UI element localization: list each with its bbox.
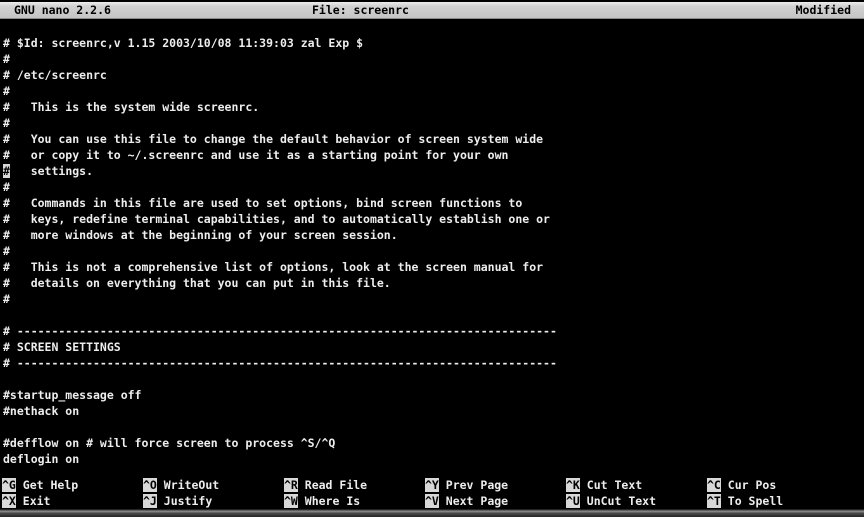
editor-line: [3, 371, 864, 387]
shortcut-key: ^V: [425, 494, 439, 508]
shortcut-key: ^W: [284, 494, 298, 508]
nano-version-label: GNU nano 2.2.6: [14, 2, 111, 18]
status-line: [0, 463, 864, 477]
editor-line: # $Id: screenrc,v 1.15 2003/10/08 11:39:…: [3, 35, 864, 51]
nano-titlebar: GNU nano 2.2.6 File: screenrc Modified: [0, 0, 864, 19]
shortcut-item: ^K Cut Text: [566, 477, 707, 493]
editor-line: # /etc/screenrc: [3, 67, 864, 83]
shortcut-item: ^O WriteOut: [143, 477, 284, 493]
editor-line: # settings.: [3, 163, 864, 179]
editor-line: #nethack on: [3, 403, 864, 419]
editor-line: # --------------------------------------…: [3, 323, 864, 339]
shortcut-key: ^K: [566, 478, 580, 492]
shortcut-key: ^T: [707, 494, 721, 508]
file-title: File: screenrc: [312, 2, 409, 18]
shortcut-item: ^Y Prev Page: [425, 477, 566, 493]
shortcut-item: ^R Read File: [284, 477, 425, 493]
editor-line: [3, 419, 864, 435]
shortcut-key: ^R: [284, 478, 298, 492]
shortcut-item: ^G Get Help: [2, 477, 143, 493]
editor-line: # You can use this file to change the de…: [3, 131, 864, 147]
editor-buffer[interactable]: # $Id: screenrc,v 1.15 2003/10/08 11:39:…: [0, 21, 864, 467]
editor-line: # or copy it to ~/.screenrc and use it a…: [3, 147, 864, 163]
shortcut-item: ^W Where Is: [284, 493, 425, 509]
editor-line: # keys, redefine terminal capabilities, …: [3, 211, 864, 227]
shortcut-item: ^T To Spell: [707, 493, 848, 509]
editor-line: #defflow on # will force screen to proce…: [3, 435, 864, 451]
terminal-window[interactable]: GNU nano 2.2.6 File: screenrc Modified #…: [0, 0, 864, 517]
editor-line: # SCREEN SETTINGS: [3, 339, 864, 355]
modified-indicator: Modified: [796, 2, 851, 18]
shortcut-item: ^C Cur Pos: [707, 477, 848, 493]
shortcut-bar: ^G Get Help^O WriteOut^R Read File^Y Pre…: [2, 477, 862, 509]
shortcut-key: ^G: [2, 478, 16, 492]
editor-line: # This is not a comprehensive list of op…: [3, 259, 864, 275]
shortcut-key: ^X: [2, 494, 16, 508]
editor-line: #: [3, 115, 864, 131]
editor-line: # This is the system wide screenrc.: [3, 99, 864, 115]
editor-line: #: [3, 243, 864, 259]
text-cursor: #: [3, 164, 10, 178]
editor-line: [3, 307, 864, 323]
editor-line: # more windows at the beginning of your …: [3, 227, 864, 243]
editor-line: #: [3, 51, 864, 67]
shortcut-key: ^C: [707, 478, 721, 492]
shortcut-row: ^G Get Help^O WriteOut^R Read File^Y Pre…: [2, 477, 862, 493]
editor-line: #: [3, 179, 864, 195]
shortcut-key: ^Y: [425, 478, 439, 492]
shortcut-item: ^U UnCut Text: [566, 493, 707, 509]
editor-line: #: [3, 83, 864, 99]
editor-line: # details on everything that you can put…: [3, 275, 864, 291]
window-bottom-edge: [0, 509, 864, 517]
editor-line: #: [3, 291, 864, 307]
editor-line: # --------------------------------------…: [3, 355, 864, 371]
shortcut-row: ^X Exit^J Justify^W Where Is^V Next Page…: [2, 493, 862, 509]
shortcut-item: ^V Next Page: [425, 493, 566, 509]
shortcut-key: ^J: [143, 494, 157, 508]
editor-line: #startup_message off: [3, 387, 864, 403]
shortcut-item: ^X Exit: [2, 493, 143, 509]
editor-line: # Commands in this file are used to set …: [3, 195, 864, 211]
shortcut-item: ^J Justify: [143, 493, 284, 509]
shortcut-key: ^O: [143, 478, 157, 492]
shortcut-key: ^U: [566, 494, 580, 508]
